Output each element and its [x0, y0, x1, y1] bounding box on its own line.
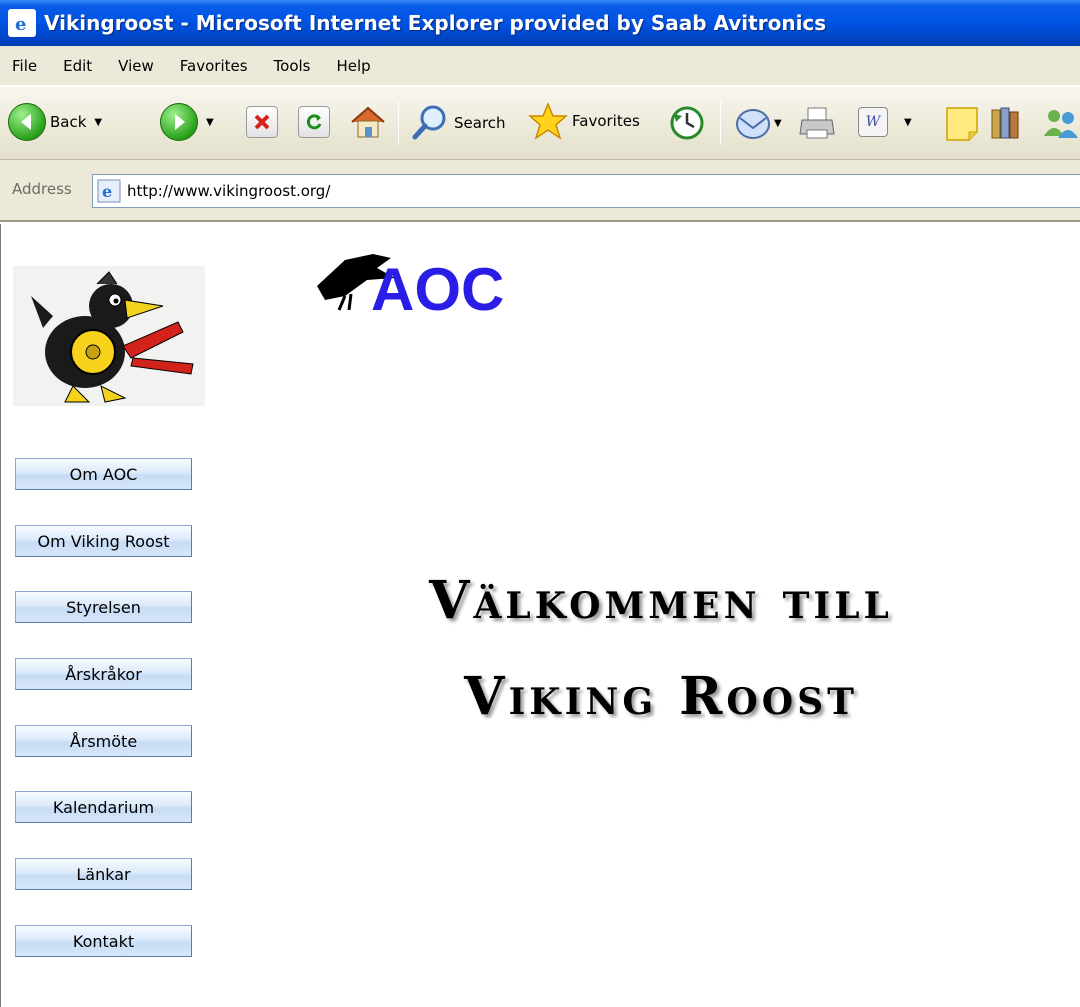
home-icon: [351, 106, 385, 138]
menu-edit[interactable]: Edit: [57, 55, 98, 77]
address-input[interactable]: e http://www.vikingroost.org/: [92, 174, 1080, 208]
home-button[interactable]: [348, 102, 388, 142]
forward-button[interactable]: ▼: [160, 103, 214, 141]
refresh-button[interactable]: [298, 106, 330, 138]
window-title: Vikingroost - Microsoft Internet Explore…: [44, 11, 827, 35]
history-button[interactable]: [668, 104, 706, 142]
address-url: http://www.vikingroost.org/: [127, 182, 331, 200]
search-label: Search: [454, 114, 506, 132]
address-bar: Address e http://www.vikingroost.org/: [0, 160, 1080, 222]
stop-icon: [246, 106, 278, 138]
page-icon: e: [97, 179, 121, 203]
svg-text:e: e: [15, 14, 26, 34]
menu-bar: File Edit View Favorites Tools Help: [0, 46, 1080, 86]
welcome-heading-line-2: Viking Roost: [464, 666, 858, 727]
mail-icon: [736, 109, 770, 139]
word-edit-button[interactable]: W ▼: [858, 107, 912, 137]
mail-dropdown-icon[interactable]: ▼: [774, 118, 782, 129]
stop-button[interactable]: [246, 106, 278, 138]
favorites-label: Favorites: [572, 112, 640, 130]
toolbar-separator: [398, 101, 399, 145]
page-content: AOC Om AOC Om Viking Roost Styrelsen Års…: [0, 224, 1080, 1007]
aoc-logo-text: AOC: [371, 256, 504, 320]
printer-icon: [799, 107, 835, 139]
books-icon: [991, 107, 1019, 139]
back-button[interactable]: Back ▼: [8, 103, 102, 141]
ie-icon: e: [8, 9, 36, 37]
welcome-heading-line-1: Välkommen till: [429, 570, 893, 631]
search-icon: [412, 105, 446, 140]
nav-om-viking-roost[interactable]: Om Viking Roost: [15, 525, 192, 557]
search-button[interactable]: Search: [410, 103, 506, 143]
discuss-button[interactable]: [944, 104, 980, 142]
back-dropdown-icon[interactable]: ▼: [94, 117, 102, 128]
menu-view[interactable]: View: [112, 55, 160, 77]
window-title-bar: e Vikingroost - Microsoft Internet Explo…: [0, 0, 1080, 46]
note-icon: [946, 107, 978, 141]
refresh-icon: [298, 106, 330, 138]
back-arrow-icon: [8, 103, 46, 141]
menu-favorites[interactable]: Favorites: [174, 55, 254, 77]
menu-tools[interactable]: Tools: [268, 55, 317, 77]
nav-kalendarium[interactable]: Kalendarium: [15, 791, 192, 823]
back-label: Back: [50, 113, 87, 131]
history-icon: [670, 106, 704, 140]
favorites-button[interactable]: Favorites: [528, 101, 640, 141]
forward-arrow-icon: [160, 103, 198, 141]
nav-lankar[interactable]: Länkar: [15, 858, 192, 890]
toolbar-separator: [720, 101, 721, 145]
svg-text:e: e: [102, 182, 112, 201]
research-button[interactable]: [988, 104, 1026, 142]
edit-dropdown-icon[interactable]: ▼: [904, 117, 912, 128]
messenger-icon: [1044, 110, 1078, 138]
aoc-logo: AOC: [315, 248, 545, 323]
mail-button[interactable]: ▼: [734, 104, 782, 142]
nav-arsmote[interactable]: Årsmöte: [15, 725, 192, 757]
messenger-button[interactable]: [1042, 104, 1080, 142]
toolbar: Back ▼ ▼ Search Favorites ▼ W ▼: [0, 86, 1080, 160]
crow-mascot-logo: [13, 266, 205, 406]
star-icon: [528, 102, 568, 140]
nav-styrelsen[interactable]: Styrelsen: [15, 591, 192, 623]
forward-dropdown-icon[interactable]: ▼: [206, 117, 214, 128]
menu-help[interactable]: Help: [331, 55, 377, 77]
nav-arskrakor[interactable]: Årskråkor: [15, 658, 192, 690]
print-button[interactable]: [798, 104, 836, 142]
menu-file[interactable]: File: [6, 55, 43, 77]
address-label: Address: [12, 180, 72, 198]
word-icon: W: [858, 107, 888, 137]
nav-om-aoc[interactable]: Om AOC: [15, 458, 192, 490]
nav-kontakt[interactable]: Kontakt: [15, 925, 192, 957]
